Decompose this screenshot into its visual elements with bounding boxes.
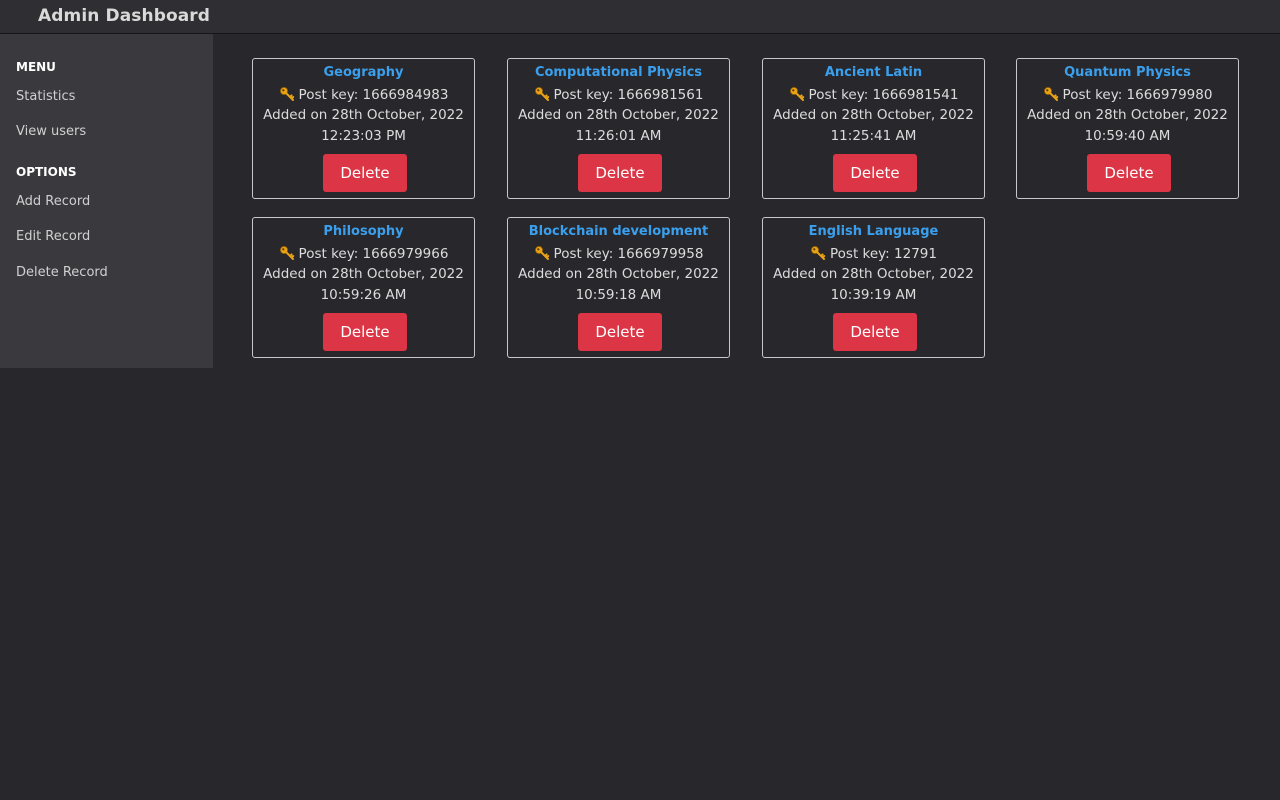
record-card: Ancient Latin Post key: 1666981541 Added…: [762, 58, 985, 199]
record-card: Philosophy Post key: 1666979966 Added on…: [252, 217, 475, 358]
post-key: Post key: 12791: [830, 246, 937, 262]
sidebar-item-delete-record[interactable]: Delete Record: [16, 265, 108, 280]
record-title[interactable]: Philosophy: [253, 224, 474, 239]
record-card: English Language Post key: 12791 Added o…: [762, 217, 985, 358]
key-icon: [534, 87, 549, 101]
key-icon: [1043, 87, 1058, 101]
delete-button[interactable]: Delete: [1087, 154, 1171, 192]
post-key: Post key: 1666981561: [553, 87, 704, 103]
post-key-line: Post key: 12791: [763, 245, 984, 262]
record-title[interactable]: Blockchain development: [508, 224, 729, 239]
key-icon: [811, 246, 826, 260]
post-key-line: Post key: 1666981541: [763, 86, 984, 103]
added-date: Added on 28th October, 2022: [773, 107, 974, 123]
added-date: Added on 28th October, 2022: [773, 266, 974, 282]
added-time: 11:25:41 AM: [830, 128, 917, 144]
delete-button[interactable]: Delete: [833, 313, 917, 351]
post-key: Post key: 1666979980: [1062, 87, 1213, 103]
sidebar-item-add-record[interactable]: Add Record: [16, 194, 90, 209]
sidebar-item-view-users[interactable]: View users: [16, 124, 86, 139]
added-time: 10:59:40 AM: [1084, 128, 1171, 144]
records-grid: Geography Post key: 1666984983 Added on …: [213, 34, 1280, 800]
record-title[interactable]: Ancient Latin: [763, 65, 984, 80]
post-key-line: Post key: 1666979966: [253, 245, 474, 262]
record-card: Computational Physics Post key: 16669815…: [507, 58, 730, 199]
added-date: Added on 28th October, 2022: [518, 107, 719, 123]
post-key-line: Post key: 1666979958: [508, 245, 729, 262]
top-bar: Admin Dashboard: [0, 0, 1280, 34]
sidebar-section-options: OPTIONS: [16, 165, 77, 179]
post-key: Post key: 1666979966: [298, 246, 449, 262]
key-icon: [279, 87, 294, 101]
added-date: Added on 28th October, 2022: [518, 266, 719, 282]
record-title[interactable]: Geography: [253, 65, 474, 80]
post-key: Post key: 1666979958: [553, 246, 704, 262]
sidebar-item-edit-record[interactable]: Edit Record: [16, 229, 90, 244]
post-key: Post key: 1666981541: [808, 87, 959, 103]
added-time: 10:59:18 AM: [575, 287, 662, 303]
record-title[interactable]: Computational Physics: [508, 65, 729, 80]
delete-button[interactable]: Delete: [833, 154, 917, 192]
sidebar-item-statistics[interactable]: Statistics: [16, 89, 75, 104]
delete-button[interactable]: Delete: [323, 154, 407, 192]
added-date: Added on 28th October, 2022: [263, 107, 464, 123]
delete-button[interactable]: Delete: [578, 313, 662, 351]
added-date: Added on 28th October, 2022: [1027, 107, 1228, 123]
added-time: 12:23:03 PM: [321, 128, 406, 144]
post-key: Post key: 1666984983: [298, 87, 449, 103]
post-key-line: Post key: 1666979980: [1017, 86, 1238, 103]
key-icon: [279, 246, 294, 260]
record-card: Geography Post key: 1666984983 Added on …: [252, 58, 475, 199]
post-key-line: Post key: 1666981561: [508, 86, 729, 103]
key-icon: [789, 87, 804, 101]
added-date: Added on 28th October, 2022: [263, 266, 464, 282]
key-icon: [534, 246, 549, 260]
record-card: Blockchain development Post key: 1666979…: [507, 217, 730, 358]
added-time: 11:26:01 AM: [575, 128, 662, 144]
sidebar-section-menu: MENU: [16, 60, 56, 74]
delete-button[interactable]: Delete: [323, 313, 407, 351]
delete-button[interactable]: Delete: [578, 154, 662, 192]
sidebar: MENU Statistics View users OPTIONS Add R…: [0, 34, 213, 368]
added-time: 10:59:26 AM: [320, 287, 407, 303]
added-time: 10:39:19 AM: [830, 287, 917, 303]
record-title[interactable]: English Language: [763, 224, 984, 239]
app-title: Admin Dashboard: [38, 6, 211, 26]
record-card: Quantum Physics Post key: 1666979980 Add…: [1016, 58, 1239, 199]
post-key-line: Post key: 1666984983: [253, 86, 474, 103]
record-title[interactable]: Quantum Physics: [1017, 65, 1238, 80]
